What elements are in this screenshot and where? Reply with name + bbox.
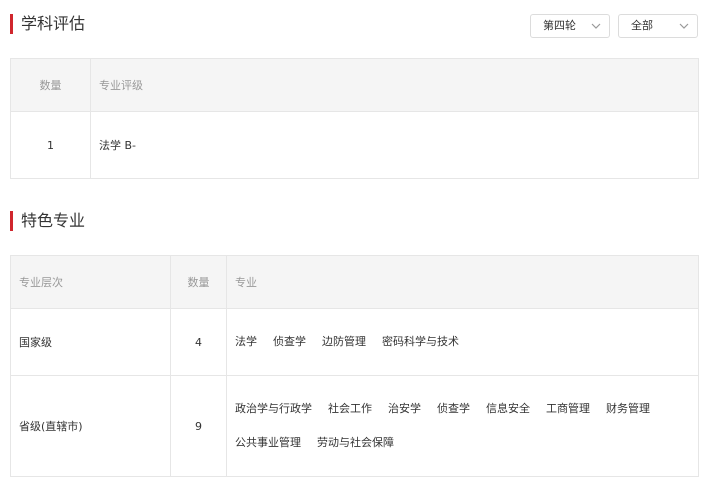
row-count: 1 — [10, 111, 91, 179]
row-count: 9 — [170, 375, 227, 477]
majors-list: 法学 侦查学 边防管理 密码科学与技术 — [227, 332, 698, 352]
featured-title: 特色专业 — [21, 211, 86, 230]
chevron-down-icon — [679, 23, 689, 29]
major-item[interactable]: 信息安全 — [486, 399, 530, 419]
section-title-evaluation: 学科评估 — [10, 14, 85, 34]
major-item[interactable]: 公共事业管理 — [235, 433, 301, 453]
table-row: 1 法学 B- — [10, 111, 699, 179]
round-select[interactable]: 第四轮 — [530, 14, 610, 38]
major-item[interactable]: 社会工作 — [328, 399, 372, 419]
header-count: 数量 — [170, 255, 227, 309]
row-level: 国家级 — [10, 308, 171, 376]
major-item[interactable]: 侦查学 — [437, 399, 470, 419]
chevron-down-icon — [591, 23, 601, 29]
major-item[interactable]: 财务管理 — [606, 399, 650, 419]
table-row: 省级(直辖市) 9 政治学与行政学 社会工作 治安学 侦查学 信息安全 工商管理… — [10, 375, 699, 477]
row-majors: 法学 侦查学 边防管理 密码科学与技术 — [226, 308, 699, 376]
round-select-value: 第四轮 — [543, 19, 576, 32]
major-item[interactable]: 政治学与行政学 — [235, 399, 312, 419]
row-level: 省级(直辖市) — [10, 375, 171, 477]
major-item[interactable]: 工商管理 — [546, 399, 590, 419]
header-majors: 专业 — [226, 255, 699, 309]
major-item[interactable]: 法学 — [235, 332, 257, 352]
evaluation-title: 学科评估 — [21, 14, 86, 33]
header-rating: 专业评级 — [90, 58, 699, 112]
table-row: 国家级 4 法学 侦查学 边防管理 密码科学与技术 — [10, 308, 699, 376]
section-title-featured: 特色专业 — [10, 211, 85, 231]
evaluation-table: 数量 专业评级 1 法学 B- — [10, 58, 699, 179]
major-item[interactable]: 边防管理 — [322, 332, 366, 352]
major-item[interactable]: 侦查学 — [273, 332, 306, 352]
scope-select[interactable]: 全部 — [618, 14, 698, 38]
major-item[interactable]: 治安学 — [388, 399, 421, 419]
majors-list: 政治学与行政学 社会工作 治安学 侦查学 信息安全 工商管理 财务管理 公共事业… — [227, 399, 698, 453]
row-rating: 法学 B- — [90, 111, 699, 179]
header-count: 数量 — [10, 58, 91, 112]
row-majors: 政治学与行政学 社会工作 治安学 侦查学 信息安全 工商管理 财务管理 公共事业… — [226, 375, 699, 477]
scope-select-value: 全部 — [631, 19, 653, 32]
row-count: 4 — [170, 308, 227, 376]
major-item[interactable]: 密码科学与技术 — [382, 332, 459, 352]
table-header-row: 数量 专业评级 — [10, 58, 699, 112]
header-level: 专业层次 — [10, 255, 171, 309]
table-header-row: 专业层次 数量 专业 — [10, 255, 699, 309]
major-item[interactable]: 劳动与社会保障 — [317, 433, 394, 453]
featured-table: 专业层次 数量 专业 国家级 4 法学 侦查学 边防管理 密码科学与技术 省级(… — [10, 255, 699, 477]
